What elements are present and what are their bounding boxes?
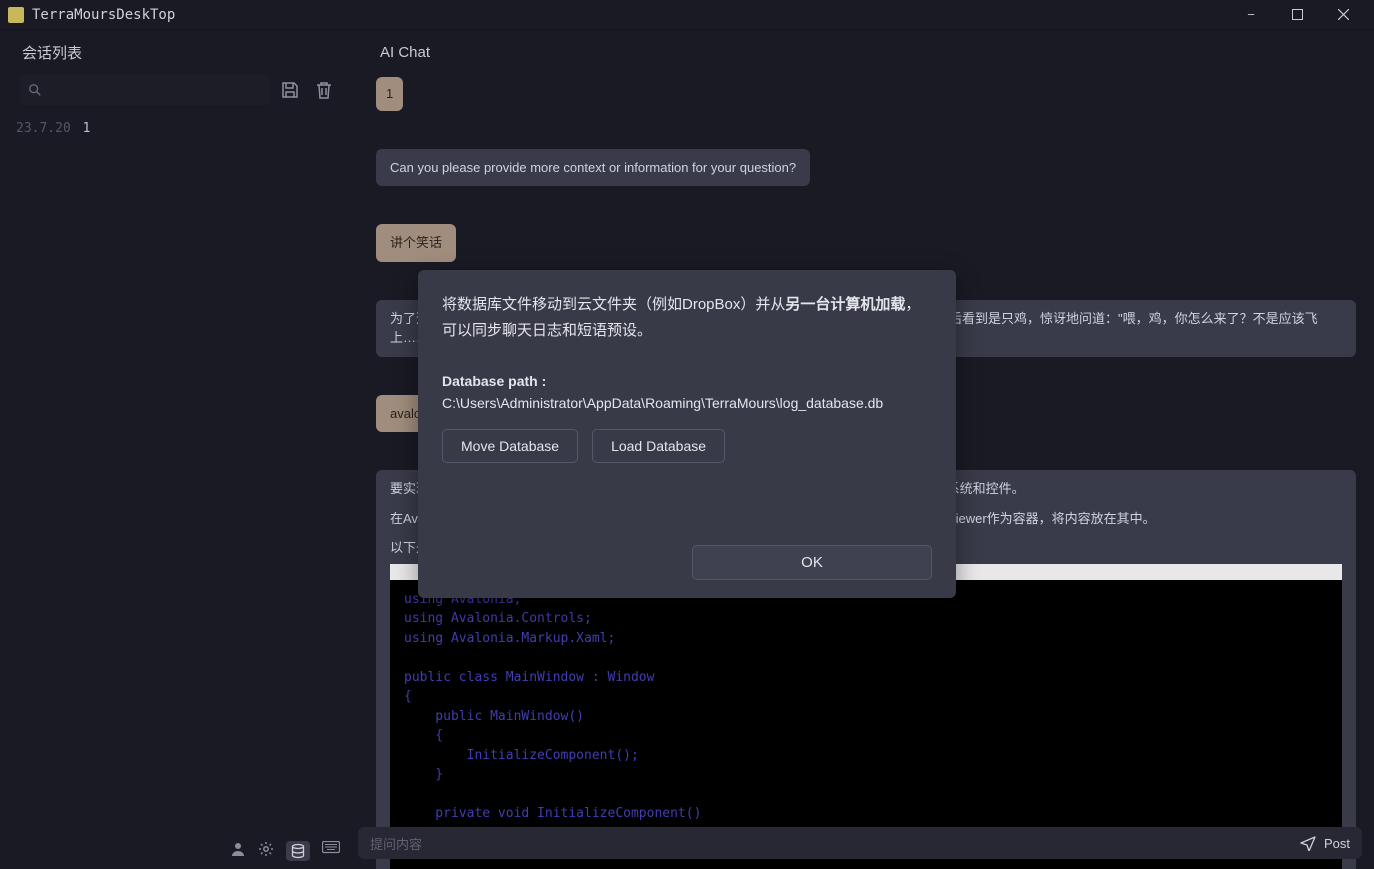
modal-backdrop: 将数据库文件移动到云文件夹（例如DropBox）并从另一台计算机加载，可以同步聊… <box>0 0 1374 869</box>
db-path-value: C:\Users\Administrator\AppData\Roaming\T… <box>442 395 932 411</box>
modal-description: 将数据库文件移动到云文件夹（例如DropBox）并从另一台计算机加载，可以同步聊… <box>442 292 932 343</box>
db-path-label: Database path : <box>442 373 932 389</box>
move-database-button[interactable]: Move Database <box>442 429 578 463</box>
ok-button[interactable]: OK <box>692 545 932 580</box>
load-database-button[interactable]: Load Database <box>592 429 725 463</box>
database-modal: 将数据库文件移动到云文件夹（例如DropBox）并从另一台计算机加载，可以同步聊… <box>418 270 956 598</box>
